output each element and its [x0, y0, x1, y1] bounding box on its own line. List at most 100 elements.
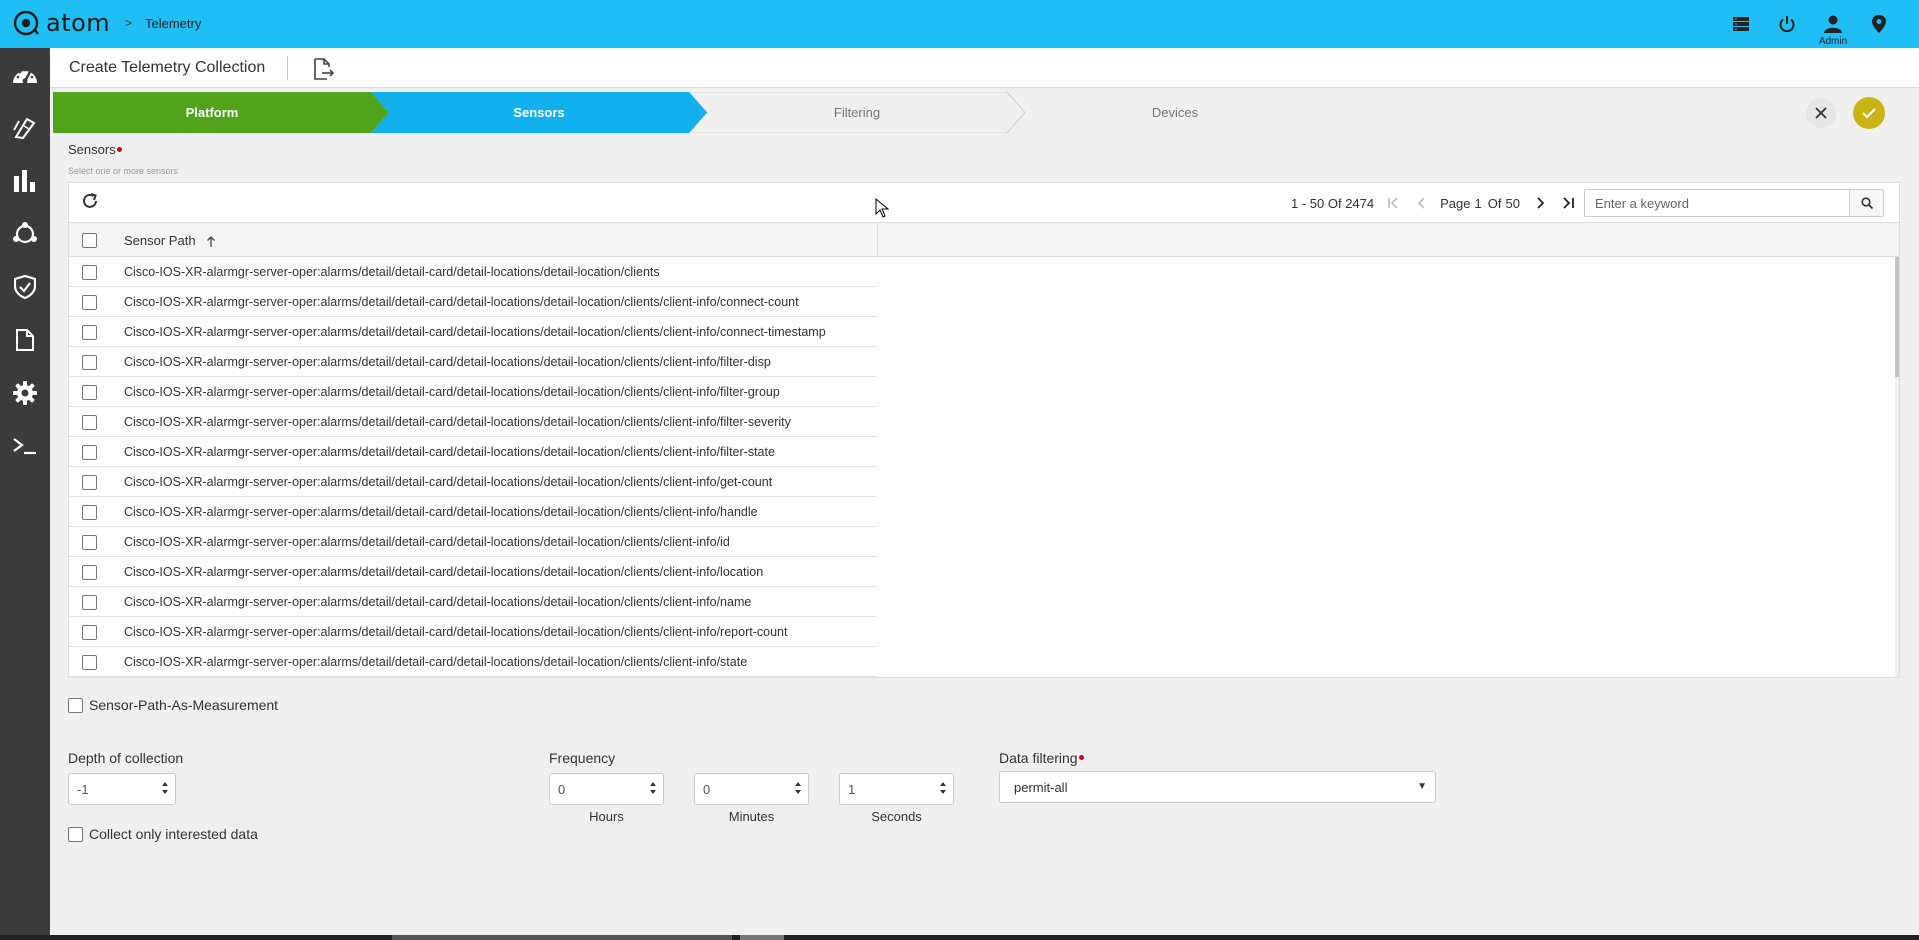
step-platform[interactable]: Platform [53, 92, 371, 133]
row-checkbox[interactable] [82, 625, 97, 640]
sensor-path-measurement-option[interactable]: Sensor-Path-As-Measurement [68, 697, 278, 713]
collect-interested-checkbox[interactable] [68, 826, 83, 842]
page-label: Page [1440, 195, 1471, 211]
seconds-spin-arrows[interactable] [939, 780, 947, 796]
table-row[interactable]: Cisco-IOS-XR-alarmgr-server-oper:alarms/… [69, 497, 1897, 527]
row-checkbox[interactable] [82, 325, 97, 340]
chevron-left-icon [1417, 197, 1425, 209]
nav-documents[interactable] [0, 313, 50, 366]
dashboard-icon [13, 68, 37, 83]
nav-terminal[interactable] [0, 419, 50, 472]
table-row[interactable]: Cisco-IOS-XR-alarmgr-server-oper:alarms/… [69, 377, 1897, 407]
row-checkbox[interactable] [82, 265, 97, 280]
column-header-sensor-path[interactable]: Sensor Path [124, 233, 216, 248]
refresh-button[interactable] [81, 192, 99, 213]
location-pin-icon[interactable] [1869, 14, 1889, 34]
row-checkbox[interactable] [82, 355, 97, 370]
depth-stepper[interactable]: -1 [68, 773, 176, 805]
spin-arrows-icon [940, 782, 946, 794]
nav-topology[interactable] [0, 207, 50, 260]
first-page-button[interactable] [1384, 194, 1404, 212]
server-list-icon[interactable] [1731, 14, 1751, 34]
collect-interested-option[interactable]: Collect only interested data [68, 826, 258, 842]
frequency-label: Frequency [549, 750, 616, 766]
user-icon[interactable]: Admin [1819, 14, 1847, 47]
minutes-spin-arrows[interactable] [794, 780, 802, 796]
breadcrumb-telemetry[interactable]: Telemetry [145, 16, 201, 31]
depth-spin-arrows[interactable] [161, 780, 169, 796]
table-row[interactable]: Cisco-IOS-XR-alarmgr-server-oper:alarms/… [69, 257, 1897, 287]
minutes-value: 0 [703, 782, 711, 797]
row-checkbox[interactable] [82, 475, 97, 490]
sensor-path-measurement-checkbox[interactable] [68, 697, 83, 713]
next-page-button[interactable] [1530, 194, 1550, 212]
pagination: 1 - 50 Of 2474 Page 1 Of 50 [1291, 194, 1582, 212]
spin-arrows-icon [795, 782, 801, 794]
wizard-stepper: Platform Sensors Filtering Devices [53, 92, 1325, 133]
step-sensors[interactable]: Sensors [389, 92, 689, 133]
grid-scrollbar-thumb[interactable] [1895, 257, 1899, 377]
page-header: Create Telemetry Collection [50, 48, 1919, 88]
nav-security[interactable] [0, 260, 50, 313]
step-filtering[interactable]: Filtering [707, 92, 1007, 133]
seconds-stepper[interactable]: 1 [839, 773, 954, 805]
terminal-icon [13, 437, 36, 454]
data-filtering-select[interactable]: permit-all ▼ [999, 771, 1436, 803]
nav-settings[interactable] [0, 366, 50, 419]
select-all-checkbox[interactable] [82, 233, 97, 248]
table-row[interactable]: Cisco-IOS-XR-alarmgr-server-oper:alarms/… [69, 587, 1897, 617]
chevron-right-icon [1537, 197, 1545, 209]
nav-devices[interactable] [0, 101, 50, 154]
row-checkbox[interactable] [82, 655, 97, 670]
table-row[interactable]: Cisco-IOS-XR-alarmgr-server-oper:alarms/… [69, 617, 1897, 647]
left-navigation [0, 48, 50, 940]
sensor-path-cell: Cisco-IOS-XR-alarmgr-server-oper:alarms/… [124, 385, 780, 399]
table-row[interactable]: Cisco-IOS-XR-alarmgr-server-oper:alarms/… [69, 647, 1897, 677]
table-row[interactable]: Cisco-IOS-XR-alarmgr-server-oper:alarms/… [69, 317, 1897, 347]
nav-dashboard[interactable] [0, 48, 50, 101]
column-title: Sensor Path [124, 233, 196, 248]
grid-toolbar: 1 - 50 Of 2474 Page 1 Of 50 [69, 183, 1899, 223]
minutes-stepper[interactable]: 0 [694, 773, 809, 805]
table-row[interactable]: Cisco-IOS-XR-alarmgr-server-oper:alarms/… [69, 287, 1897, 317]
table-row[interactable]: Cisco-IOS-XR-alarmgr-server-oper:alarms/… [69, 407, 1897, 437]
row-checkbox[interactable] [82, 415, 97, 430]
row-checkbox[interactable] [82, 445, 97, 460]
sensor-path-cell: Cisco-IOS-XR-alarmgr-server-oper:alarms/… [124, 355, 771, 369]
cancel-button[interactable] [1806, 98, 1836, 128]
search-button[interactable] [1849, 190, 1883, 216]
table-row[interactable]: Cisco-IOS-XR-alarmgr-server-oper:alarms/… [69, 437, 1897, 467]
bottom-scrollbar-thumb[interactable] [392, 935, 732, 940]
search-input[interactable] [1585, 190, 1849, 216]
table-row[interactable]: Cisco-IOS-XR-alarmgr-server-oper:alarms/… [69, 347, 1897, 377]
row-checkbox[interactable] [82, 595, 97, 610]
row-checkbox[interactable] [82, 565, 97, 580]
row-checkbox[interactable] [82, 535, 97, 550]
last-page-button[interactable] [1558, 194, 1578, 212]
nav-analytics[interactable] [0, 154, 50, 207]
confirm-button[interactable] [1853, 97, 1885, 129]
export-button[interactable] [313, 58, 335, 83]
hours-stepper[interactable]: 0 [549, 773, 664, 805]
prev-page-button[interactable] [1412, 194, 1432, 212]
table-row[interactable]: Cisco-IOS-XR-alarmgr-server-oper:alarms/… [69, 557, 1897, 587]
bottom-scrollbar[interactable] [0, 935, 1919, 940]
row-checkbox[interactable] [82, 385, 97, 400]
app-logo[interactable]: atom [12, 9, 110, 37]
bottom-scrollbar-thumb-secondary[interactable] [740, 935, 784, 940]
sensors-label: Sensors [68, 142, 122, 157]
table-row[interactable]: Cisco-IOS-XR-alarmgr-server-oper:alarms/… [69, 527, 1897, 557]
depth-label: Depth of collection [68, 750, 184, 766]
step-devices[interactable]: Devices [1025, 92, 1325, 133]
depth-value: -1 [77, 782, 89, 797]
grid-scrollbar[interactable] [1895, 257, 1899, 677]
data-filtering-label-text: Data filtering [999, 750, 1078, 766]
table-row[interactable]: Cisco-IOS-XR-alarmgr-server-oper:alarms/… [69, 467, 1897, 497]
hours-spin-arrows[interactable] [649, 780, 657, 796]
row-checkbox[interactable] [82, 505, 97, 520]
sensor-path-cell: Cisco-IOS-XR-alarmgr-server-oper:alarms/… [124, 505, 758, 519]
settings-gear-icon [13, 380, 37, 405]
power-icon[interactable] [1777, 14, 1797, 34]
row-checkbox[interactable] [82, 295, 97, 310]
sensor-path-cell: Cisco-IOS-XR-alarmgr-server-oper:alarms/… [124, 625, 788, 639]
